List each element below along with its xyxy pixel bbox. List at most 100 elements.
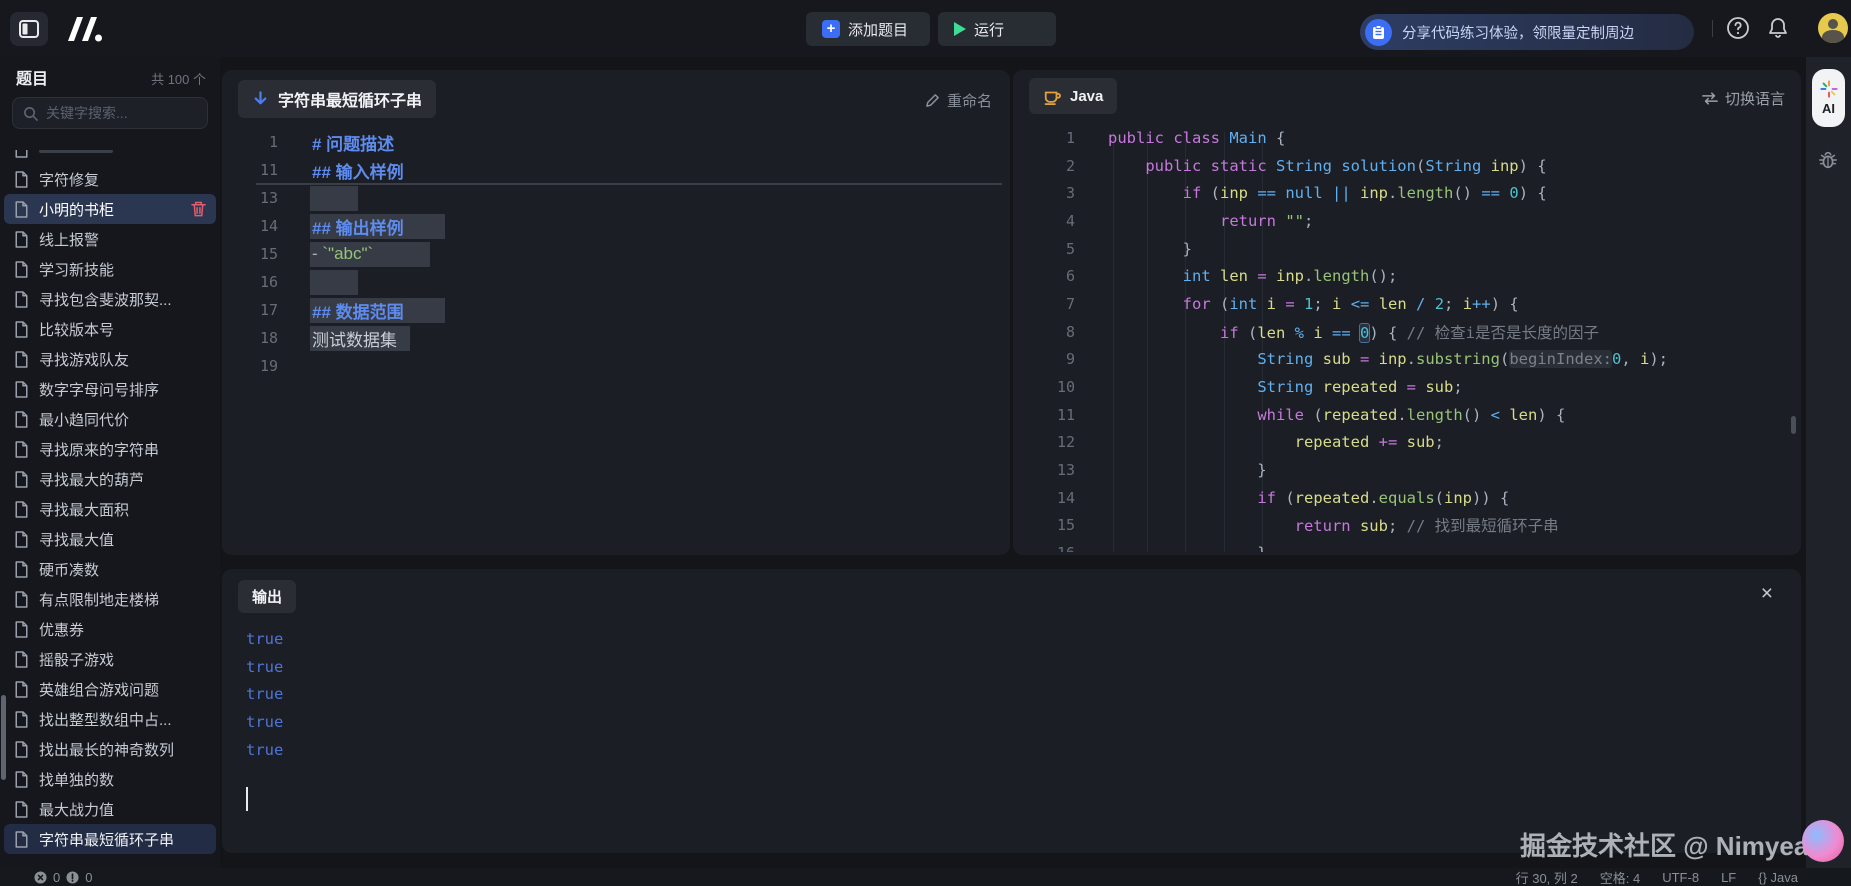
add-problem-button[interactable]: + 添加题目: [806, 12, 930, 46]
help-icon[interactable]: [1726, 16, 1750, 40]
code-line[interactable]: 11 while (repeated.length() < len) {: [1013, 401, 1801, 429]
sidebar-item-label: 找单独的数: [39, 769, 114, 790]
sidebar-item[interactable]: 寻找最大面积: [4, 494, 216, 524]
sidebar-item[interactable]: 线上报警: [4, 224, 216, 254]
sidebar-item[interactable]: 寻找包含斐波那契...: [4, 284, 216, 314]
sidebar-item[interactable]: 数字字母问号排序: [4, 374, 216, 404]
sidebar-item[interactable]: 最大战力值: [4, 794, 216, 824]
code-line[interactable]: 12 repeated += sub;: [1013, 429, 1801, 457]
code-line[interactable]: 1public class Main {: [1013, 124, 1801, 152]
language-tab[interactable]: Java: [1029, 78, 1117, 114]
line-number: 10: [1013, 378, 1075, 396]
sidebar-item[interactable]: 找出最长的神奇数列: [4, 734, 216, 764]
code-line[interactable]: 2 public static String solution(String i…: [1013, 152, 1801, 180]
output-line: true: [246, 680, 283, 708]
sidebar-item-label: 找出整型数组中占...: [39, 709, 172, 730]
search-input[interactable]: [46, 105, 196, 121]
md-line[interactable]: 17## 数据范围: [222, 296, 1010, 324]
sidebar-item[interactable]: 小明的书柜: [4, 194, 216, 224]
sidebar-item[interactable]: 比较版本号: [4, 314, 216, 344]
error-count[interactable]: 0: [53, 870, 60, 885]
code-editor[interactable]: 1public class Main {2 public static Stri…: [1013, 124, 1801, 552]
sidebar-item[interactable]: 字符修复: [4, 164, 216, 194]
code-scrollbar[interactable]: [1791, 416, 1796, 434]
md-line[interactable]: 13: [222, 184, 1010, 212]
md-line[interactable]: 19: [222, 352, 1010, 380]
sidebar-scrollbar[interactable]: [1, 695, 6, 780]
sidebar-item[interactable]: 学习新技能: [4, 254, 216, 284]
plus-icon: +: [822, 20, 840, 38]
code-line[interactable]: 5 }: [1013, 235, 1801, 263]
sidebar-toggle-button[interactable]: [10, 12, 48, 46]
sidebar-item-label: 数字字母问号排序: [39, 379, 159, 400]
sidebar-item[interactable]: 寻找最大值: [4, 524, 216, 554]
sidebar-item[interactable]: 英雄组合游戏问题: [4, 674, 216, 704]
md-line[interactable]: 1# 问题描述: [222, 128, 1010, 156]
code-line[interactable]: 6 int len = inp.length();: [1013, 262, 1801, 290]
code-line[interactable]: 13 }: [1013, 456, 1801, 484]
close-icon[interactable]: ×: [1761, 583, 1773, 604]
code-line[interactable]: 4 return "";: [1013, 207, 1801, 235]
sidebar-item-label: 找出最长的神奇数列: [39, 739, 174, 760]
code-line[interactable]: 7 for (int i = 1; i <= len / 2; i++) {: [1013, 290, 1801, 318]
md-line[interactable]: 15- `"abc"`: [222, 240, 1010, 268]
line-number: 17: [222, 301, 278, 319]
output-tab[interactable]: 输出: [238, 580, 296, 613]
code-line[interactable]: 8 if (len % i == 0) { // 检查i是否是长度的因子: [1013, 318, 1801, 346]
java-cup-icon: [1043, 88, 1061, 105]
avatar[interactable]: [1818, 13, 1848, 43]
search-box[interactable]: [12, 97, 208, 129]
md-line[interactable]: 16: [222, 268, 1010, 296]
sidebar-item[interactable]: 硬币凑数: [4, 554, 216, 584]
code-line[interactable]: 15 return sub; // 找到最短循环子串: [1013, 512, 1801, 540]
rename-button[interactable]: 重命名: [925, 90, 992, 111]
document-icon: [14, 171, 29, 188]
document-icon: [14, 351, 29, 368]
sidebar-item[interactable]: 最小趋同代价: [4, 404, 216, 434]
app-logo[interactable]: [60, 13, 106, 45]
sidebar-item[interactable]: 找出整型数组中占...: [4, 704, 216, 734]
rename-label: 重命名: [947, 90, 992, 111]
md-line[interactable]: 14## 输出样例: [222, 212, 1010, 240]
code-line[interactable]: 9 String sub = inp.substring(beginIndex:…: [1013, 346, 1801, 374]
sidebar-item-label: 小明的书柜: [39, 199, 114, 220]
bell-icon[interactable]: [1766, 16, 1790, 40]
sidebar-item[interactable]: 寻找游戏队友: [4, 344, 216, 374]
document-icon: [14, 801, 29, 818]
language-mode[interactable]: {} Java: [1758, 870, 1798, 885]
trash-icon[interactable]: [191, 201, 206, 217]
sidebar-item[interactable]: 有点限制地走楼梯: [4, 584, 216, 614]
encoding[interactable]: UTF-8: [1662, 870, 1699, 885]
output-console[interactable]: truetruetruetruetrue: [246, 625, 283, 763]
sidebar-item[interactable]: 字符串最短循环子串: [4, 824, 216, 854]
ai-assistant-button[interactable]: AI: [1812, 69, 1845, 127]
language-tab-label: Java: [1070, 88, 1103, 105]
debug-bug-icon[interactable]: [1817, 149, 1839, 171]
code-line[interactable]: 16 }: [1013, 539, 1801, 552]
switch-language-button[interactable]: 切换语言: [1702, 88, 1785, 109]
document-icon: [14, 150, 29, 158]
warning-count[interactable]: 0: [85, 870, 92, 885]
sidebar-item[interactable]: 寻找最大的葫芦: [4, 464, 216, 494]
eol-setting[interactable]: LF: [1721, 870, 1736, 885]
md-line[interactable]: 18测试数据集: [222, 324, 1010, 352]
code-line[interactable]: 14 if (repeated.equals(inp)) {: [1013, 484, 1801, 512]
sidebar-item[interactable]: [4, 150, 216, 164]
sidebar-item[interactable]: 寻找原来的字符串: [4, 434, 216, 464]
sidebar-item-label: 硬币凑数: [39, 559, 99, 580]
run-button[interactable]: 运行: [938, 12, 1056, 46]
code-line[interactable]: 3 if (inp == null || inp.length() == 0) …: [1013, 179, 1801, 207]
indent-setting[interactable]: 空格: 4: [1600, 868, 1640, 886]
markdown-editor[interactable]: 1# 问题描述11## 输入样例1314## 输出样例15- `"abc"`16…: [222, 128, 1010, 548]
problem-title-tab[interactable]: 字符串最短循环子串: [238, 80, 436, 118]
cursor-position[interactable]: 行 30, 列 2: [1516, 868, 1578, 886]
sidebar-item[interactable]: 摇骰子游戏: [4, 644, 216, 674]
md-line[interactable]: 11## 输入样例: [222, 156, 1010, 184]
sidebar-item[interactable]: 优惠券: [4, 614, 216, 644]
sidebar-item-label: 寻找包含斐波那契...: [39, 289, 172, 310]
sidebar-item[interactable]: 找单独的数: [4, 764, 216, 794]
line-number: 14: [1013, 489, 1075, 507]
line-number: 7: [1013, 295, 1075, 313]
code-line[interactable]: 10 String repeated = sub;: [1013, 373, 1801, 401]
promo-banner[interactable]: 分享代码练习体验，领限量定制周边: [1360, 14, 1694, 50]
